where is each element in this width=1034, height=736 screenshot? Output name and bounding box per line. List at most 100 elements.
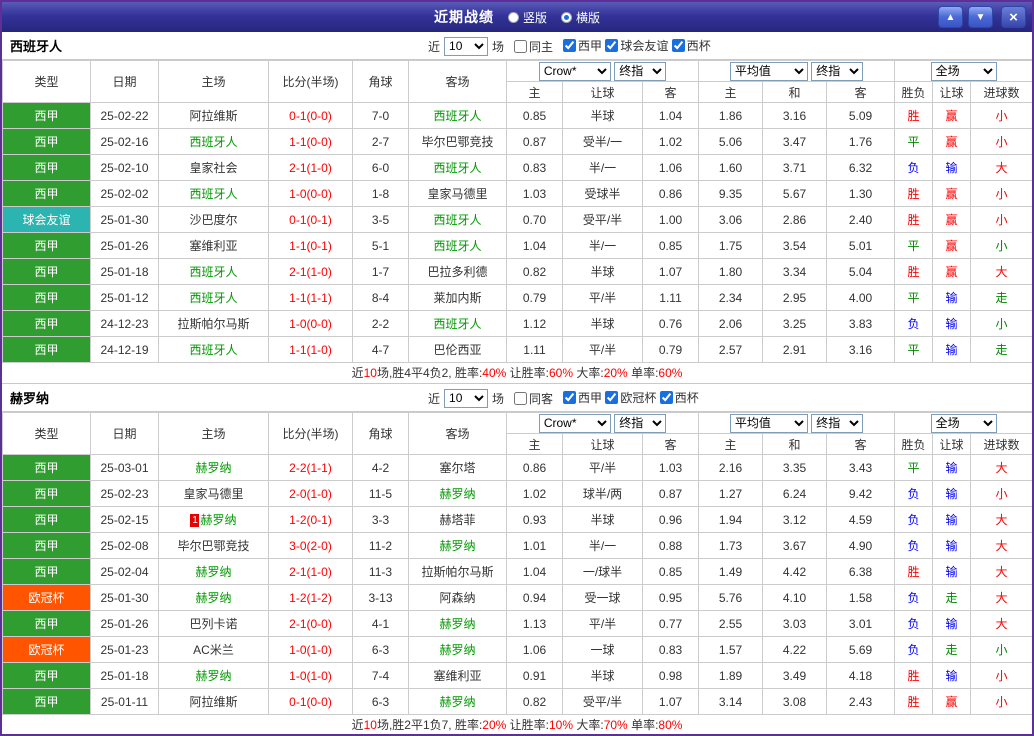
avg-draw-odds-cell: 2.95 <box>762 284 828 311</box>
checkbox-icon[interactable] <box>563 391 577 404</box>
league-checkbox[interactable]: 西杯 <box>671 37 711 54</box>
final-odds-select[interactable]: 终指 <box>811 61 864 81</box>
score-cell: 1-1(0-0) <box>268 128 353 155</box>
date-cell: 25-01-30 <box>90 206 159 233</box>
league-cell: 西甲 <box>2 662 91 689</box>
filter-bar: 近 10 场 同客 西甲 欧冠杯 西杯 <box>428 384 699 412</box>
same-venue-checkbox[interactable]: 同客 <box>514 390 553 407</box>
away-team-name: 塞尔塔 <box>439 461 476 475</box>
result-cell: 胜 <box>894 688 934 715</box>
company-away-odds-cell: 1.04 <box>641 102 700 129</box>
summary-segment: 20% <box>603 366 628 380</box>
avg-away-odds-cell: 5.04 <box>826 258 896 285</box>
layout-radio-horizontal[interactable]: 横版 <box>561 9 600 26</box>
date-cell: 25-02-10 <box>90 154 159 181</box>
final-odds-select[interactable]: 终指 <box>614 413 667 433</box>
date-cell: 25-01-18 <box>90 258 159 285</box>
home-team-cell: 赫罗纳 <box>158 454 269 481</box>
col-goals: 进球数 <box>970 81 1032 103</box>
avg-home-odds-cell: 3.06 <box>698 206 764 233</box>
corners-cell: 1-7 <box>352 258 409 285</box>
home-team-name: 巴列卡诺 <box>189 617 238 631</box>
home-team-name: 赫罗纳 <box>195 461 232 475</box>
checkbox-icon[interactable] <box>514 391 528 405</box>
league-cell: 西甲 <box>2 232 91 259</box>
score-cell: 1-2(0-1) <box>268 506 353 533</box>
date-cell: 25-02-02 <box>90 180 159 207</box>
company-home-odds-cell: 0.70 <box>506 206 563 233</box>
checkbox-icon[interactable] <box>563 39 577 52</box>
summary-segment: 大率: <box>573 366 604 380</box>
goals-result-cell: 大 <box>970 454 1032 481</box>
summary-footer: 近10场,胜2平1负7, 胜率:20% 让胜率:10% 大率:70% 单率:80… <box>2 715 1032 734</box>
company-away-odds-cell: 1.00 <box>641 206 700 233</box>
recent-count-select[interactable]: 10 <box>444 36 489 56</box>
team-name: 西班牙人 <box>10 39 63 54</box>
score-cell: 1-2(1-2) <box>268 584 353 611</box>
league-label: 球会友谊 <box>620 39 669 53</box>
col-odds-away: 客 <box>641 433 700 455</box>
up-arrow-icon: ▲ <box>945 11 956 23</box>
layout-radio-vertical[interactable]: 竖版 <box>507 9 547 26</box>
avg-away-odds-cell: 2.40 <box>826 206 896 233</box>
away-team-cell: 赫罗纳 <box>408 532 507 559</box>
home-team-cell: 1 赫罗纳 <box>158 506 269 533</box>
company-select[interactable]: Crow* <box>538 61 611 81</box>
results-table: 类型 日期 主场 比分(半场) 角球 客场 Crow* 终指 平均值 终指 全场… <box>2 60 1032 363</box>
corners-cell: 11-2 <box>352 532 409 559</box>
goals-result-cell: 小 <box>970 206 1032 233</box>
score-cell: 0-1(0-0) <box>268 102 353 129</box>
scroll-down-button[interactable]: ▼ <box>968 6 993 28</box>
date-cell: 25-02-22 <box>90 102 159 129</box>
checkbox-icon[interactable] <box>514 39 528 53</box>
score-cell: 2-1(1-0) <box>268 558 353 585</box>
final-odds-select[interactable]: 终指 <box>614 61 667 81</box>
goals-result-cell: 小 <box>970 688 1032 715</box>
checkbox-icon[interactable] <box>605 39 619 52</box>
company-handicap-cell: 受一球 <box>562 584 643 611</box>
corners-cell: 3-3 <box>352 506 409 533</box>
scope-select[interactable]: 全场 <box>930 61 997 81</box>
result-cell: 负 <box>894 532 934 559</box>
average-select[interactable]: 平均值 <box>729 61 808 81</box>
league-checkbox[interactable]: 欧冠杯 <box>605 389 656 406</box>
corners-cell: 3-13 <box>352 584 409 611</box>
near-label: 近 <box>428 391 441 406</box>
near-label: 近 <box>428 39 441 54</box>
handicap-result-cell: 输 <box>932 284 972 311</box>
close-button[interactable]: × <box>1001 6 1026 28</box>
company-select[interactable]: Crow* <box>538 413 611 433</box>
company-handicap-cell: 平/半 <box>562 284 643 311</box>
recent-count-select[interactable]: 10 <box>444 388 489 408</box>
league-checkbox[interactable]: 西甲 <box>563 389 602 406</box>
home-team-name: 阿拉维斯 <box>189 695 238 709</box>
average-select[interactable]: 平均值 <box>729 413 808 433</box>
goals-result-cell: 小 <box>970 102 1032 129</box>
checkbox-icon[interactable] <box>671 39 685 52</box>
summary-segment: 10 <box>363 718 377 732</box>
avg-away-odds-cell: 4.90 <box>826 532 896 559</box>
home-team-name: 皇家马德里 <box>183 487 244 501</box>
checkbox-icon[interactable] <box>659 391 673 404</box>
league-cell: 欧冠杯 <box>2 584 91 611</box>
avg-home-odds-cell: 1.73 <box>698 532 764 559</box>
table-row: 西甲 25-02-08 毕尔巴鄂竞技 3-0(2-0) 11-2 赫罗纳 1.0… <box>2 532 1032 559</box>
league-checkbox[interactable]: 西甲 <box>563 37 602 54</box>
scroll-up-button[interactable]: ▲ <box>938 6 963 28</box>
goals-result-cell: 小 <box>970 232 1032 259</box>
league-checkbox[interactable]: 西杯 <box>659 389 699 406</box>
table-row: 西甲 25-01-12 西班牙人 1-1(1-1) 8-4 莱加内斯 0.79 … <box>2 284 1032 311</box>
col-odds-home: 主 <box>506 81 563 103</box>
away-team-cell: 毕尔巴鄂竞技 <box>408 128 507 155</box>
scope-select[interactable]: 全场 <box>930 413 997 433</box>
same-venue-checkbox[interactable]: 同主 <box>514 38 553 55</box>
col-away: 客场 <box>408 60 507 103</box>
league-cell: 西甲 <box>2 480 91 507</box>
company-away-odds-cell: 0.95 <box>641 584 700 611</box>
league-checkbox[interactable]: 球会友谊 <box>605 37 668 54</box>
score-cell: 2-1(0-0) <box>268 610 353 637</box>
final-odds-select[interactable]: 终指 <box>811 413 864 433</box>
home-team-name: 赫罗纳 <box>195 669 232 683</box>
table-row: 西甲 25-02-22 阿拉维斯 0-1(0-0) 7-0 西班牙人 0.85 … <box>2 102 1032 129</box>
checkbox-icon[interactable] <box>605 391 619 404</box>
